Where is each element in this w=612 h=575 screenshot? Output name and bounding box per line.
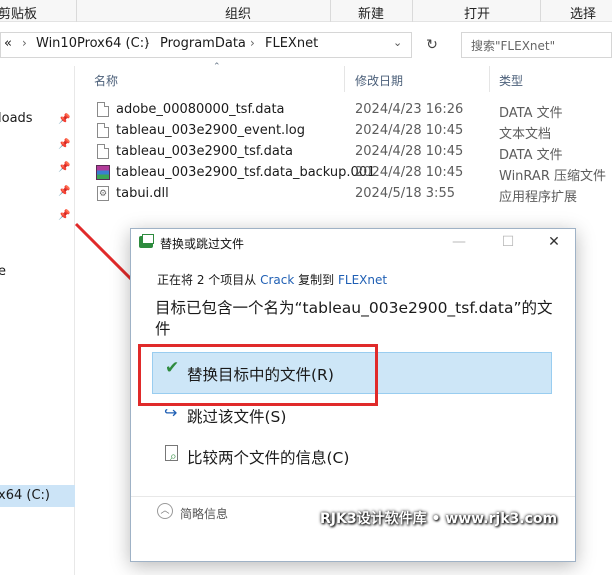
dialog-title: 替换或跳过文件 xyxy=(160,237,245,251)
copy-to-text: 复制到 xyxy=(298,273,335,287)
fewer-details-toggle[interactable]: 简略信息 xyxy=(180,505,228,522)
dialog-message: 目标已包含一个名为“tableau_003e2900_tsf.data”的文件 xyxy=(155,299,553,338)
annotation-highlight-box xyxy=(138,344,378,406)
minimize-icon[interactable]: — xyxy=(444,232,474,252)
compare-files-icon xyxy=(165,445,178,464)
dialog-footer-divider xyxy=(131,496,575,497)
dialog-progress-line: 正在将 2 个项目从 Crack 复制到 FLEXnet xyxy=(157,271,387,288)
chevron-up-icon[interactable]: ︿ xyxy=(157,503,173,519)
maximize-icon[interactable]: ☐ xyxy=(493,232,523,252)
watermark: RJK3设计软件库 • www.rjk3.com xyxy=(320,511,558,527)
progress-prefix: 正在将 2 个项目从 xyxy=(157,273,257,287)
skip-file-option[interactable]: 跳过该文件(S) xyxy=(187,405,286,427)
source-folder-link[interactable]: Crack xyxy=(260,273,294,287)
compare-files-option[interactable]: 比较两个文件的信息(C) xyxy=(187,446,349,468)
copy-dialog-icon xyxy=(139,234,154,248)
close-icon[interactable]: ✕ xyxy=(539,232,569,252)
destination-folder-link[interactable]: FLEXnet xyxy=(338,273,387,287)
